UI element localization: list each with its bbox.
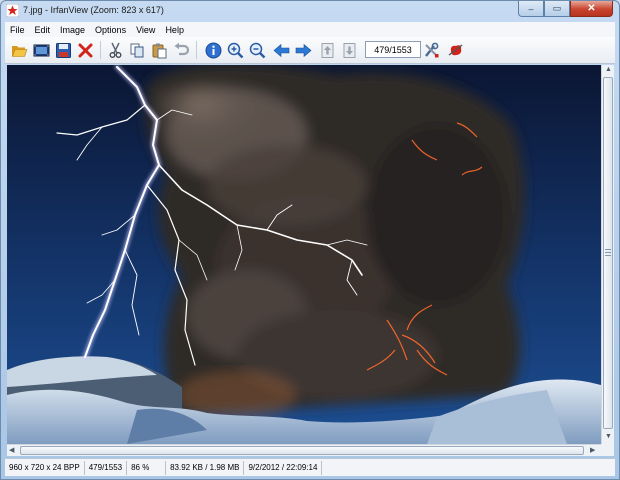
open-folder-icon [11, 45, 27, 57]
scroll-left-icon[interactable]: ◀ [9, 446, 14, 454]
page-indicator: 479/1553 [365, 41, 421, 58]
status-date: 9/2/2012 / 22:09:14 [244, 460, 323, 475]
settings-icon [424, 42, 438, 57]
horizontal-scroll-thumb[interactable] [20, 446, 584, 455]
status-index: 479/1553 [85, 460, 128, 475]
scroll-corner [601, 444, 614, 456]
delete-icon [78, 43, 92, 57]
volcano-lightning-photo [7, 65, 601, 444]
last-file-button[interactable] [339, 40, 359, 60]
title-bar[interactable]: 7.jpg - IrfanView (Zoom: 823 x 617) – ▭ … [1, 1, 619, 21]
save-button[interactable] [53, 40, 73, 60]
scroll-right-icon[interactable]: ▶ [590, 446, 595, 454]
info-icon [205, 42, 221, 58]
exit-button[interactable] [445, 40, 465, 60]
menu-image[interactable]: Image [55, 25, 90, 35]
undo-button[interactable] [171, 40, 191, 60]
image-viewport[interactable] [7, 65, 601, 444]
slideshow-button[interactable] [31, 40, 51, 60]
first-file-button[interactable] [317, 40, 337, 60]
toolbar: 479/1553 [5, 37, 615, 64]
window-title: 7.jpg - IrfanView (Zoom: 823 x 617) [23, 5, 164, 15]
maximize-button[interactable]: ▭ [544, 1, 570, 17]
previous-button[interactable] [271, 40, 291, 60]
zoom-out-icon [249, 42, 265, 58]
maximize-icon: ▭ [552, 3, 562, 13]
vertical-scroll-thumb[interactable] [603, 77, 613, 429]
info-button[interactable] [203, 40, 223, 60]
close-button[interactable]: ✕ [570, 1, 613, 17]
menu-options[interactable]: Options [90, 25, 131, 35]
close-icon: ✕ [587, 3, 596, 14]
scroll-up-icon[interactable]: ▲ [605, 66, 612, 73]
next-button[interactable] [293, 40, 313, 60]
slideshow-icon [33, 44, 49, 56]
paste-button[interactable] [149, 40, 169, 60]
zoom-in-icon [227, 42, 243, 58]
paste-icon [152, 43, 166, 58]
irfanview-window: 7.jpg - IrfanView (Zoom: 823 x 617) – ▭ … [0, 0, 620, 480]
status-bar: 960 x 720 x 24 BPP 479/1553 86 % 83.92 K… [5, 458, 615, 476]
exit-icon [448, 43, 462, 56]
minimize-icon: – [528, 3, 534, 14]
open-button[interactable] [9, 40, 29, 60]
save-icon [55, 42, 71, 58]
undo-icon [174, 42, 189, 55]
cut-button[interactable] [105, 40, 125, 60]
menu-edit[interactable]: Edit [30, 25, 56, 35]
status-file-size: 83.92 KB / 1.98 MB [166, 460, 245, 475]
scroll-down-icon[interactable]: ▼ [605, 433, 612, 440]
status-dimensions: 960 x 720 x 24 BPP [5, 460, 85, 475]
delete-button[interactable] [75, 40, 95, 60]
settings-button[interactable] [421, 40, 441, 60]
zoom-in-button[interactable] [225, 40, 245, 60]
previous-arrow-icon [273, 43, 289, 57]
last-file-icon [343, 42, 355, 58]
next-arrow-icon [295, 43, 311, 57]
menu-bar: File Edit Image Options View Help [5, 22, 615, 37]
copy-icon [130, 43, 143, 57]
zoom-out-button[interactable] [247, 40, 267, 60]
minimize-button[interactable]: – [518, 1, 544, 17]
vertical-scrollbar[interactable]: ▲ ▼ [601, 65, 614, 444]
copy-button[interactable] [127, 40, 147, 60]
status-zoom: 86 % [127, 460, 167, 475]
horizontal-scrollbar[interactable]: ◀ ▶ [7, 444, 601, 456]
menu-file[interactable]: File [5, 25, 30, 35]
irfanview-app-icon [6, 4, 19, 17]
first-file-icon [321, 42, 333, 58]
menu-help[interactable]: Help [160, 25, 189, 35]
menu-view[interactable]: View [131, 25, 160, 35]
cut-icon [109, 42, 121, 58]
